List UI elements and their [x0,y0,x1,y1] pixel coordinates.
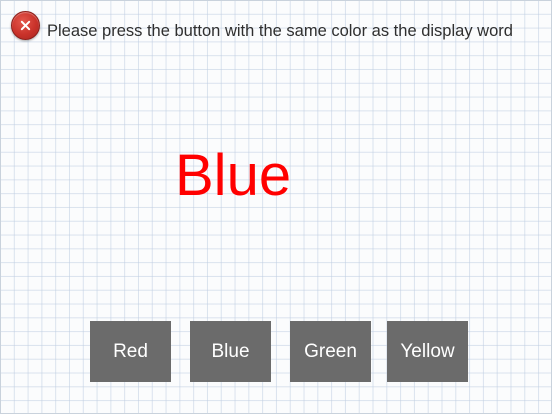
yellow-button[interactable]: Yellow [387,321,468,382]
blue-button[interactable]: Blue [190,321,271,382]
close-button[interactable] [11,11,40,40]
red-button[interactable]: Red [90,321,171,382]
answer-buttons: Red Blue Green Yellow [90,321,468,382]
green-button[interactable]: Green [290,321,371,382]
display-word: Blue [175,143,292,208]
instruction-text: Please press the button with the same co… [47,22,513,40]
close-icon [20,20,31,31]
